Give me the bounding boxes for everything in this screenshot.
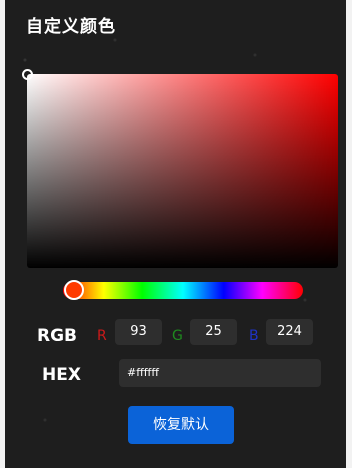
b-value-input[interactable]: 224	[266, 319, 313, 345]
hex-input[interactable]: #ffffff	[119, 359, 321, 387]
r-value-input[interactable]: 93	[115, 319, 162, 345]
saturation-value-area[interactable]	[27, 74, 338, 268]
g-value-input[interactable]: 25	[190, 319, 237, 345]
panel-title: 自定义颜色	[26, 17, 116, 37]
hue-slider-handle-icon[interactable]	[64, 280, 84, 300]
rgb-label: RGB	[37, 326, 78, 346]
r-channel-label: R	[97, 328, 107, 344]
b-channel-label: B	[249, 328, 259, 344]
hue-slider[interactable]	[63, 282, 303, 299]
g-channel-label: G	[172, 328, 183, 344]
hex-label: HEX	[42, 365, 81, 385]
reset-default-button[interactable]: 恢复默认	[128, 406, 234, 444]
sv-cursor-icon[interactable]	[22, 69, 33, 80]
